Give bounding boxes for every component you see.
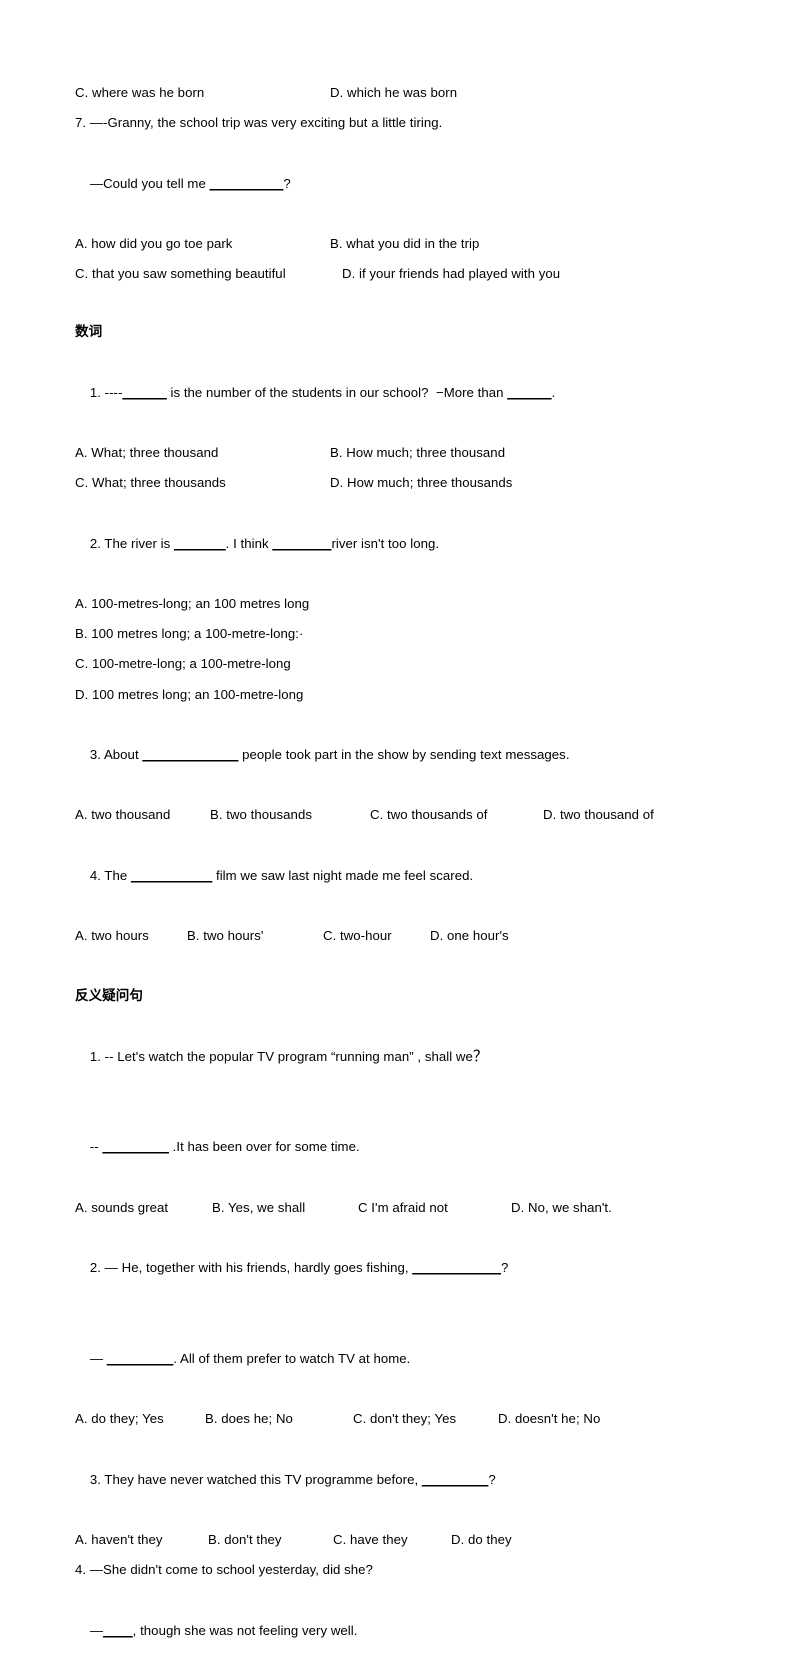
numerals-q4-stem: 4. The ___________ film we saw last nigh…	[75, 831, 722, 922]
tag-q2-stem-line-1: 2. — He, together with his friends, hard…	[75, 1223, 722, 1314]
option-d: D. if your friends had played with you	[342, 266, 561, 282]
answer-blank: _________	[421, 1471, 489, 1487]
option-row: A. two thousand B. two thousands C. two …	[75, 800, 722, 830]
question-7-stem-line-2: —Could you tell me __________?	[75, 138, 722, 229]
option-b: B. two thousands	[210, 807, 312, 823]
option-row: C. that you saw something beautiful D. i…	[75, 259, 722, 289]
stem-middle: . I think	[225, 535, 273, 551]
option-row: C. where was he born D. which he was bor…	[75, 78, 722, 108]
option-a: A. do they; Yes	[75, 1411, 164, 1427]
stem-suffix: people took part in the show by sending …	[238, 747, 570, 763]
option-a: A. how did you go toe park	[75, 236, 233, 252]
option-row: A. sounds great B. Yes, we shall C I'm a…	[75, 1193, 722, 1223]
stem-suffix: , though she was not feeling very well.	[132, 1622, 358, 1638]
answer-blank: ______	[507, 384, 552, 400]
tag-q4-stem-line-2: —____, though she was not feeling very w…	[75, 1585, 722, 1676]
stem-suffix: .	[551, 384, 556, 400]
option-d: D. do they	[451, 1531, 512, 1547]
stem-prefix: 3. They have never watched this TV progr…	[89, 1471, 422, 1487]
option-c: C. where was he born	[75, 85, 205, 100]
option-c: C. two thousands of	[370, 807, 488, 823]
option-b: B. don't they	[208, 1531, 282, 1547]
tag-q2-stem-line-2: — _________. All of them prefer to watch…	[75, 1314, 722, 1405]
option-b: B. How much; three thousand	[330, 445, 506, 461]
numerals-q1-stem: 1. ----______ is the number of the stude…	[75, 347, 722, 438]
answer-blank: _____________	[142, 747, 239, 763]
question-7-stem-line-1: 7. —-Granny, the school trip was very ex…	[75, 115, 443, 131]
option-c: C I'm afraid not	[358, 1199, 448, 1215]
tag-q4-stem-line-1: 4. —She didn't come to school yesterday,…	[75, 1562, 373, 1578]
option-d: D. 100 metres long; an 100-metre-long	[75, 686, 304, 702]
option-row: C. What; three thousands D. How much; th…	[75, 468, 722, 498]
stem-middle: is the number of the students in our sch…	[166, 384, 508, 400]
answer-blank: ____	[103, 1622, 133, 1638]
stem-suffix: ?	[500, 1260, 509, 1276]
option-b: B. 100 metres long; a 100-metre-long:·	[75, 626, 304, 642]
stem-prefix: 1. ----	[89, 384, 123, 400]
option-c: C. What; three thousands	[75, 475, 226, 491]
question-7-stem-suffix: ?	[283, 175, 291, 191]
tag-q3-stem: 3. They have never watched this TV progr…	[75, 1434, 722, 1525]
section-heading-numerals: 数词	[75, 324, 103, 340]
option-a: A. two thousand	[75, 807, 171, 823]
numerals-q3-stem: 3. About _____________ people took part …	[75, 710, 722, 801]
option-c: C. have they	[333, 1531, 408, 1547]
stem-prefix: —	[89, 1622, 104, 1638]
option-c: C. two-hour	[323, 928, 392, 944]
option-a: A. sounds great	[75, 1199, 169, 1215]
stem-prefix: 4. The	[89, 867, 132, 883]
numerals-q2-stem: 2. The river is _______. I think _______…	[75, 498, 722, 589]
answer-blank: ______	[122, 384, 167, 400]
stem-prefix: 3. About	[89, 747, 143, 763]
stem-suffix: .It has been over for some time.	[168, 1139, 360, 1155]
option-a: A. What; three thousand	[75, 445, 219, 461]
option-a: A. two hours	[75, 928, 149, 944]
section-heading-tag-questions: 反义疑问句	[75, 988, 143, 1004]
option-b: B. what you did in the trip	[330, 236, 480, 252]
option-a: A. haven't they	[75, 1531, 163, 1547]
answer-blank: _______	[173, 535, 226, 551]
answer-blank: ___________	[131, 867, 213, 883]
option-c: C. don't they; Yes	[353, 1411, 457, 1427]
stem-suffix: . All of them prefer to watch TV at home…	[173, 1350, 411, 1366]
stem-prefix: --	[89, 1139, 103, 1155]
stem-prefix: —	[89, 1350, 107, 1366]
answer-blank: ________	[272, 535, 332, 551]
worksheet-page: C. where was he born D. which he was bor…	[0, 0, 794, 1638]
stem-prefix: 2. — He, together with his friends, hard…	[89, 1260, 413, 1276]
option-c: C. that you saw something beautiful	[75, 266, 286, 282]
option-b: B. Yes, we shall	[212, 1199, 306, 1215]
option-d: D. two thousand of	[543, 807, 654, 823]
stem-suffix: river isn't too long.	[331, 535, 440, 551]
answer-blank: _________	[102, 1139, 169, 1155]
option-d: D. doesn't he; No	[498, 1411, 601, 1427]
option-a: A. 100-metres-long; an 100 metres long	[75, 596, 310, 612]
option-b: B. two hours'	[187, 928, 264, 944]
option-d: D. No, we shan't.	[511, 1199, 612, 1215]
option-d: D. How much; three thousands	[330, 475, 513, 491]
option-row: A. two hours B. two hours' C. two-hour D…	[75, 921, 722, 951]
option-d: D. one hour's	[430, 928, 509, 944]
stem-prefix: 1. -- Let's watch the popular TV program…	[89, 1048, 473, 1064]
option-row: A. What; three thousand B. How much; thr…	[75, 438, 722, 468]
answer-blank: _________	[106, 1350, 174, 1366]
stem-suffix: ?	[488, 1471, 496, 1487]
question-7-stem-prefix: —Could you tell me	[89, 175, 210, 191]
stem-prefix: 2. The river is	[89, 535, 174, 551]
answer-blank: ____________	[412, 1260, 501, 1276]
answer-blank: __________	[209, 175, 284, 191]
option-row: A. do they; Yes B. does he; No C. don't …	[75, 1404, 722, 1434]
option-row: A. haven't they B. don't they C. have th…	[75, 1525, 722, 1555]
option-b: B. does he; No	[205, 1411, 293, 1427]
option-d: D. which he was born	[330, 85, 458, 100]
stem-suffix: film we saw last night made me feel scar…	[212, 867, 474, 883]
option-c: C. 100-metre-long; a 100-metre-long	[75, 656, 291, 672]
question-mark: ？	[472, 1047, 488, 1065]
option-row: A. how did you go toe park B. what you d…	[75, 229, 722, 259]
tag-q1-stem-line-2: -- _________ .It has been over for some …	[75, 1102, 722, 1193]
tag-q1-stem-line-1: 1. -- Let's watch the popular TV program…	[75, 1011, 722, 1102]
